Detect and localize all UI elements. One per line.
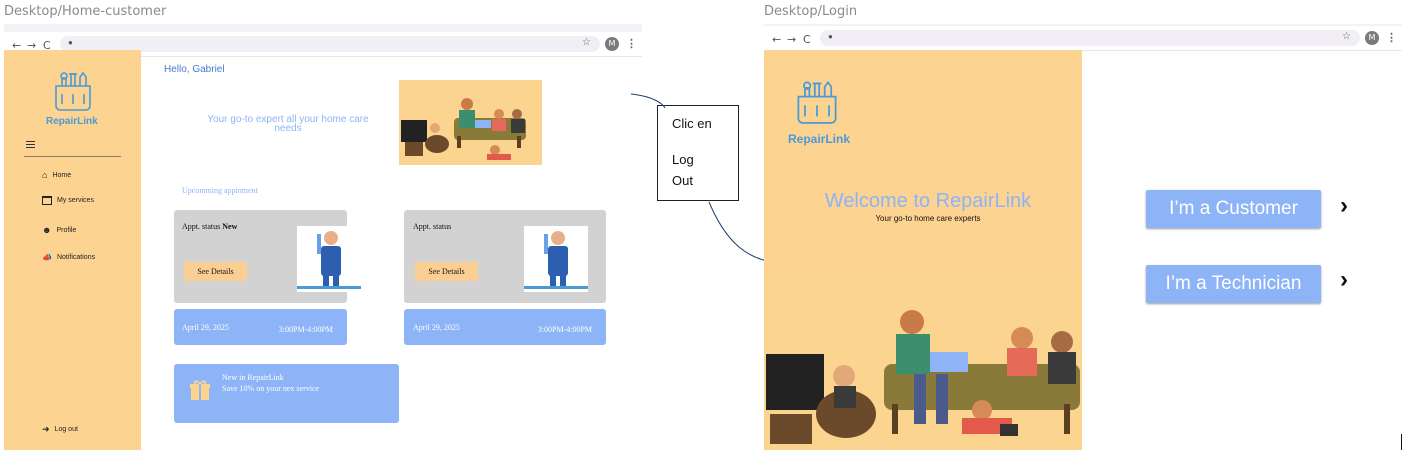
sidebar-item-label: My services bbox=[57, 197, 94, 204]
see-details-button[interactable]: See Details bbox=[184, 262, 247, 281]
sidebar-item-my-services[interactable]: My services bbox=[42, 196, 94, 205]
flow-arrow bbox=[630, 93, 777, 267]
profile-avatar[interactable]: M bbox=[1365, 31, 1379, 45]
appointment-datetime-bar: April 29, 2025 3:00PM-4:00PM bbox=[174, 309, 347, 345]
chevron-right-icon[interactable]: › bbox=[1340, 192, 1348, 220]
technician-image bbox=[524, 226, 588, 292]
logout-label: Log out bbox=[54, 426, 78, 433]
lock-icon: ● bbox=[828, 32, 833, 41]
hamburger-icon[interactable] bbox=[26, 141, 35, 148]
customer-button[interactable]: I’m a Customer bbox=[1146, 190, 1321, 228]
appointment-datetime-bar: April 29, 2025 3:00PM-4:00PM bbox=[404, 309, 606, 345]
logout-button[interactable]: ➜ Log out bbox=[42, 424, 78, 435]
menu-kebab-icon[interactable]: ⋮ bbox=[1386, 31, 1397, 44]
family-illustration bbox=[764, 264, 1082, 450]
promo-subtitle: Save 10% on your nex service bbox=[222, 384, 320, 393]
browser-toolbar: ← → C ● ☆ M ⋮ bbox=[764, 26, 1402, 51]
appointment-status: Appt. status New bbox=[182, 222, 237, 231]
panel-brand: RepairLink bbox=[788, 132, 851, 146]
sidebar-brand: RepairLink bbox=[46, 116, 98, 127]
greeting: Hello, Gabriel bbox=[164, 64, 225, 75]
sidebar: RepairLink ⌂ Home My services ☻ Profile … bbox=[4, 50, 141, 450]
home-customer-frame: ← → C ● ☆ M ⋮ RepairLink ⌂ Home My servi… bbox=[4, 24, 642, 450]
appointment-time: 3:00PM-4:00PM bbox=[278, 325, 333, 334]
frame-label-login: Desktop/Login bbox=[764, 4, 858, 19]
logout-icon: ➜ bbox=[42, 424, 50, 434]
home-icon: ⌂ bbox=[42, 170, 48, 180]
sidebar-item-label: Home bbox=[52, 171, 72, 179]
menu-kebab-icon[interactable]: ⋮ bbox=[626, 37, 637, 50]
technician-image bbox=[297, 226, 361, 292]
sidebar-item-notifications[interactable]: 📣 Notifications bbox=[42, 253, 95, 262]
person-icon: ☻ bbox=[42, 225, 52, 235]
gift-icon bbox=[190, 380, 210, 400]
tagline: Your go-to home care experts bbox=[875, 214, 981, 223]
lock-icon: ● bbox=[68, 38, 73, 47]
appointment-time: 3:00PM-4:00PM bbox=[537, 325, 592, 334]
appointment-card: Appt. status See Details bbox=[404, 210, 606, 303]
welcome-heading: Welcome to RepairLink bbox=[824, 190, 1032, 212]
repairlink-logo-icon bbox=[55, 71, 91, 111]
sidebar-item-label: Notifications bbox=[56, 254, 96, 261]
megaphone-icon: 📣 bbox=[42, 253, 52, 262]
profile-avatar[interactable]: M bbox=[605, 37, 619, 51]
appointment-date: April 29, 2025 bbox=[413, 323, 460, 332]
appointment-status: Appt. status bbox=[413, 222, 451, 231]
status-label: Appt. status bbox=[182, 222, 221, 231]
family-illustration bbox=[399, 80, 542, 165]
promo-banner[interactable]: New in RepairLink Save 10% on your nex s… bbox=[174, 364, 399, 423]
text-cursor bbox=[1401, 434, 1402, 450]
chevron-right-icon[interactable]: › bbox=[1340, 266, 1348, 294]
sidebar-divider bbox=[24, 156, 121, 157]
promo-title: New in RepairLink bbox=[222, 373, 284, 382]
welcome-panel: RepairLink Welcome to RepairLink Your go… bbox=[764, 50, 1082, 450]
back-icon[interactable]: ← bbox=[772, 33, 781, 46]
sidebar-item-profile[interactable]: ☻ Profile bbox=[42, 225, 76, 235]
sidebar-item-home[interactable]: ⌂ Home bbox=[42, 170, 71, 180]
reload-icon[interactable]: C bbox=[803, 33, 811, 46]
status-value: New bbox=[222, 222, 238, 231]
login-frame: ← → C ● ☆ M ⋮ RepairLink Welcome to Repa… bbox=[764, 24, 1402, 450]
bookmark-star-icon[interactable]: ☆ bbox=[1342, 31, 1351, 42]
sidebar-item-label: Profile bbox=[56, 226, 77, 234]
bookmark-star-icon[interactable]: ☆ bbox=[582, 37, 591, 48]
address-bar[interactable]: ● bbox=[820, 30, 1360, 46]
appointment-card: Appt. status New See Details bbox=[174, 210, 361, 303]
frame-label-home: Desktop/Home-customer bbox=[4, 4, 167, 19]
folder-icon bbox=[42, 196, 52, 205]
status-label: Appt. status bbox=[413, 222, 452, 231]
technician-button[interactable]: I’m a Technician bbox=[1146, 265, 1321, 303]
forward-icon[interactable]: → bbox=[787, 33, 796, 46]
hero-text: Your go-to expert all your home care nee… bbox=[207, 114, 369, 134]
section-title: Upcomming appinment bbox=[182, 186, 258, 195]
repairlink-logo-icon bbox=[797, 80, 837, 124]
appointment-date: April 29, 2025 bbox=[182, 323, 229, 332]
address-bar[interactable]: ● bbox=[60, 36, 600, 52]
see-details-button[interactable]: See Details bbox=[415, 262, 478, 281]
